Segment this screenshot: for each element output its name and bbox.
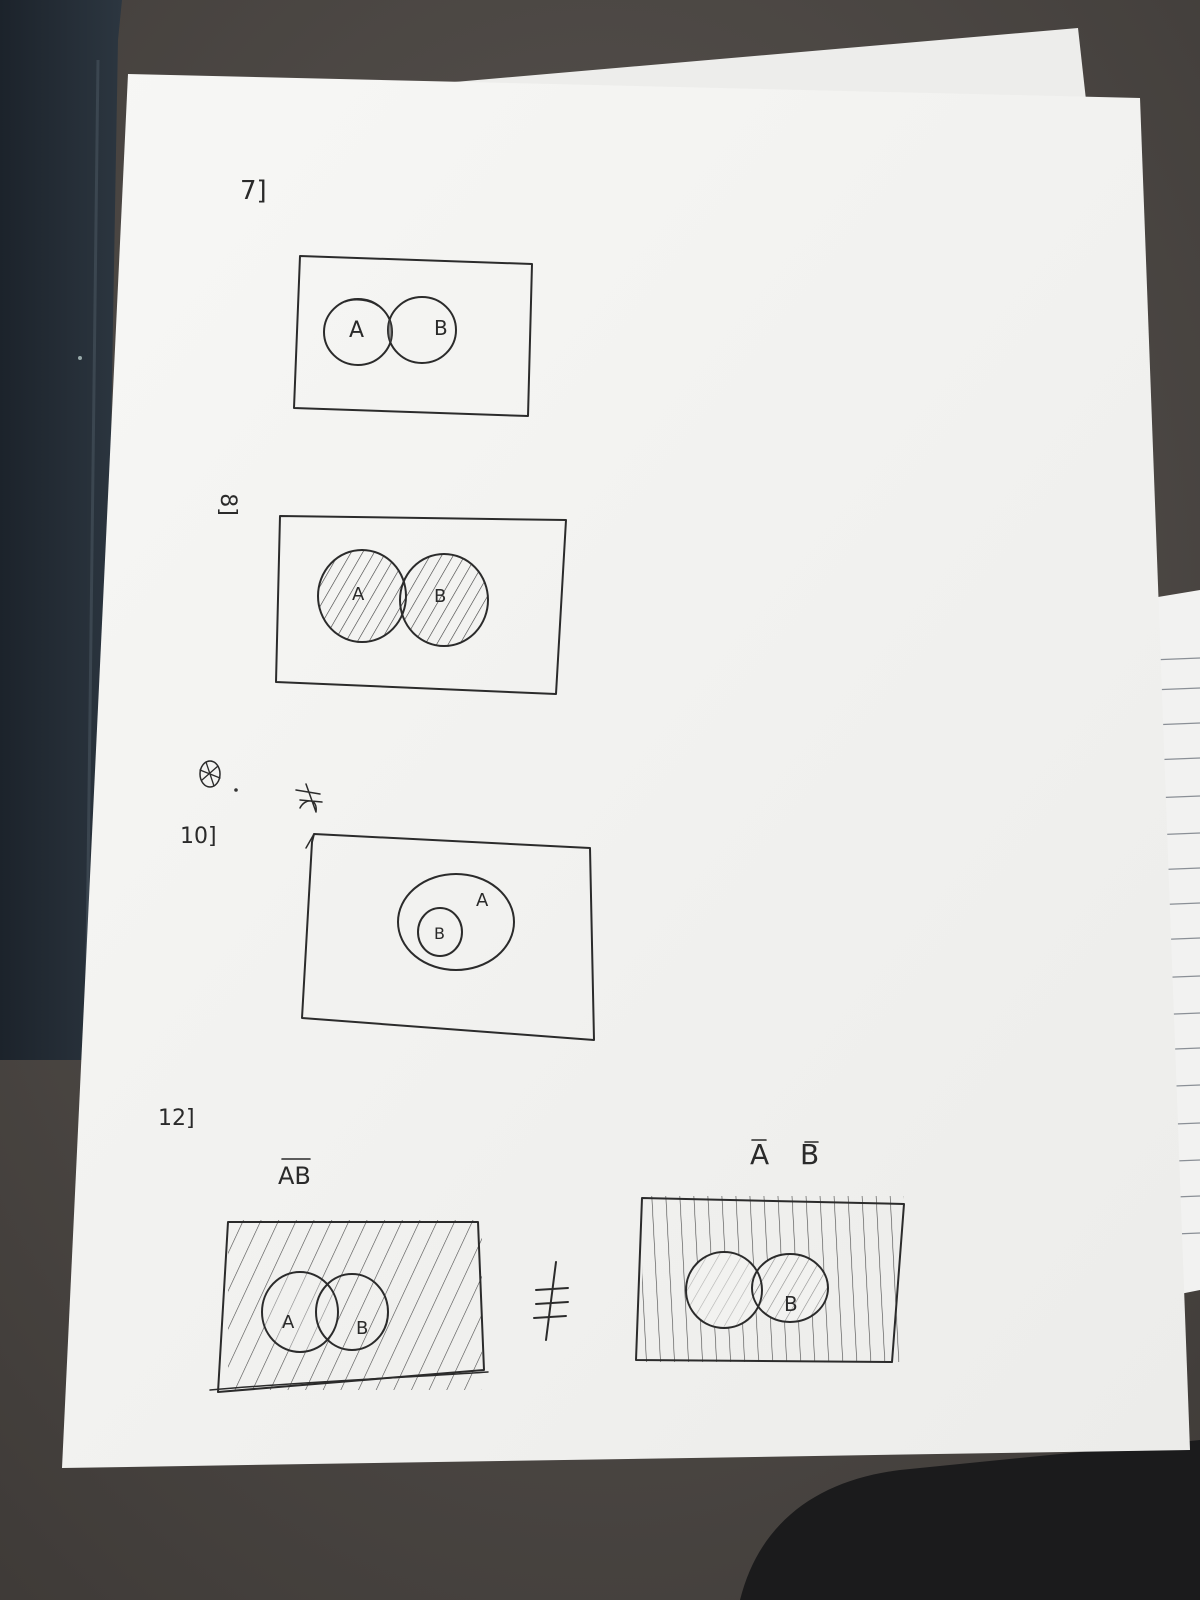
p7-number: 7] [240,176,267,206]
drawings [199,255,905,1393]
problem-9-scribble [199,760,323,813]
p12-left-title: AB [278,1162,311,1190]
p10-number: 10] [180,824,217,849]
problem-10-diagram [301,833,595,1041]
problem-12-right-diagram [635,1139,905,1363]
p12-right-label-b: B [784,1292,798,1316]
p12-right-title-b: B [800,1138,820,1171]
p8-number: 8] [214,493,240,516]
p10-label-b: B [434,924,445,943]
p7-label-b: B [434,316,448,340]
p12-right-title-a: A [750,1138,770,1171]
p12-left-label-b: B [356,1318,369,1339]
p8-label-b: B [434,586,447,607]
photo-scene: 7] A B 8] A B 9] 10] A B 12] AB A B A B … [0,0,1200,1600]
problem-8-diagram [275,515,567,695]
p7-label-a: A [349,318,365,343]
problem-12-left-diagram [209,1158,489,1393]
problem-7-diagram [293,255,533,417]
p10-label-a: A [476,890,489,911]
p10-circle-a [397,873,515,971]
p12-left-label-a: A [282,1312,295,1333]
p8-label-a: A [352,584,365,605]
p12-number: 12] [158,1106,195,1131]
